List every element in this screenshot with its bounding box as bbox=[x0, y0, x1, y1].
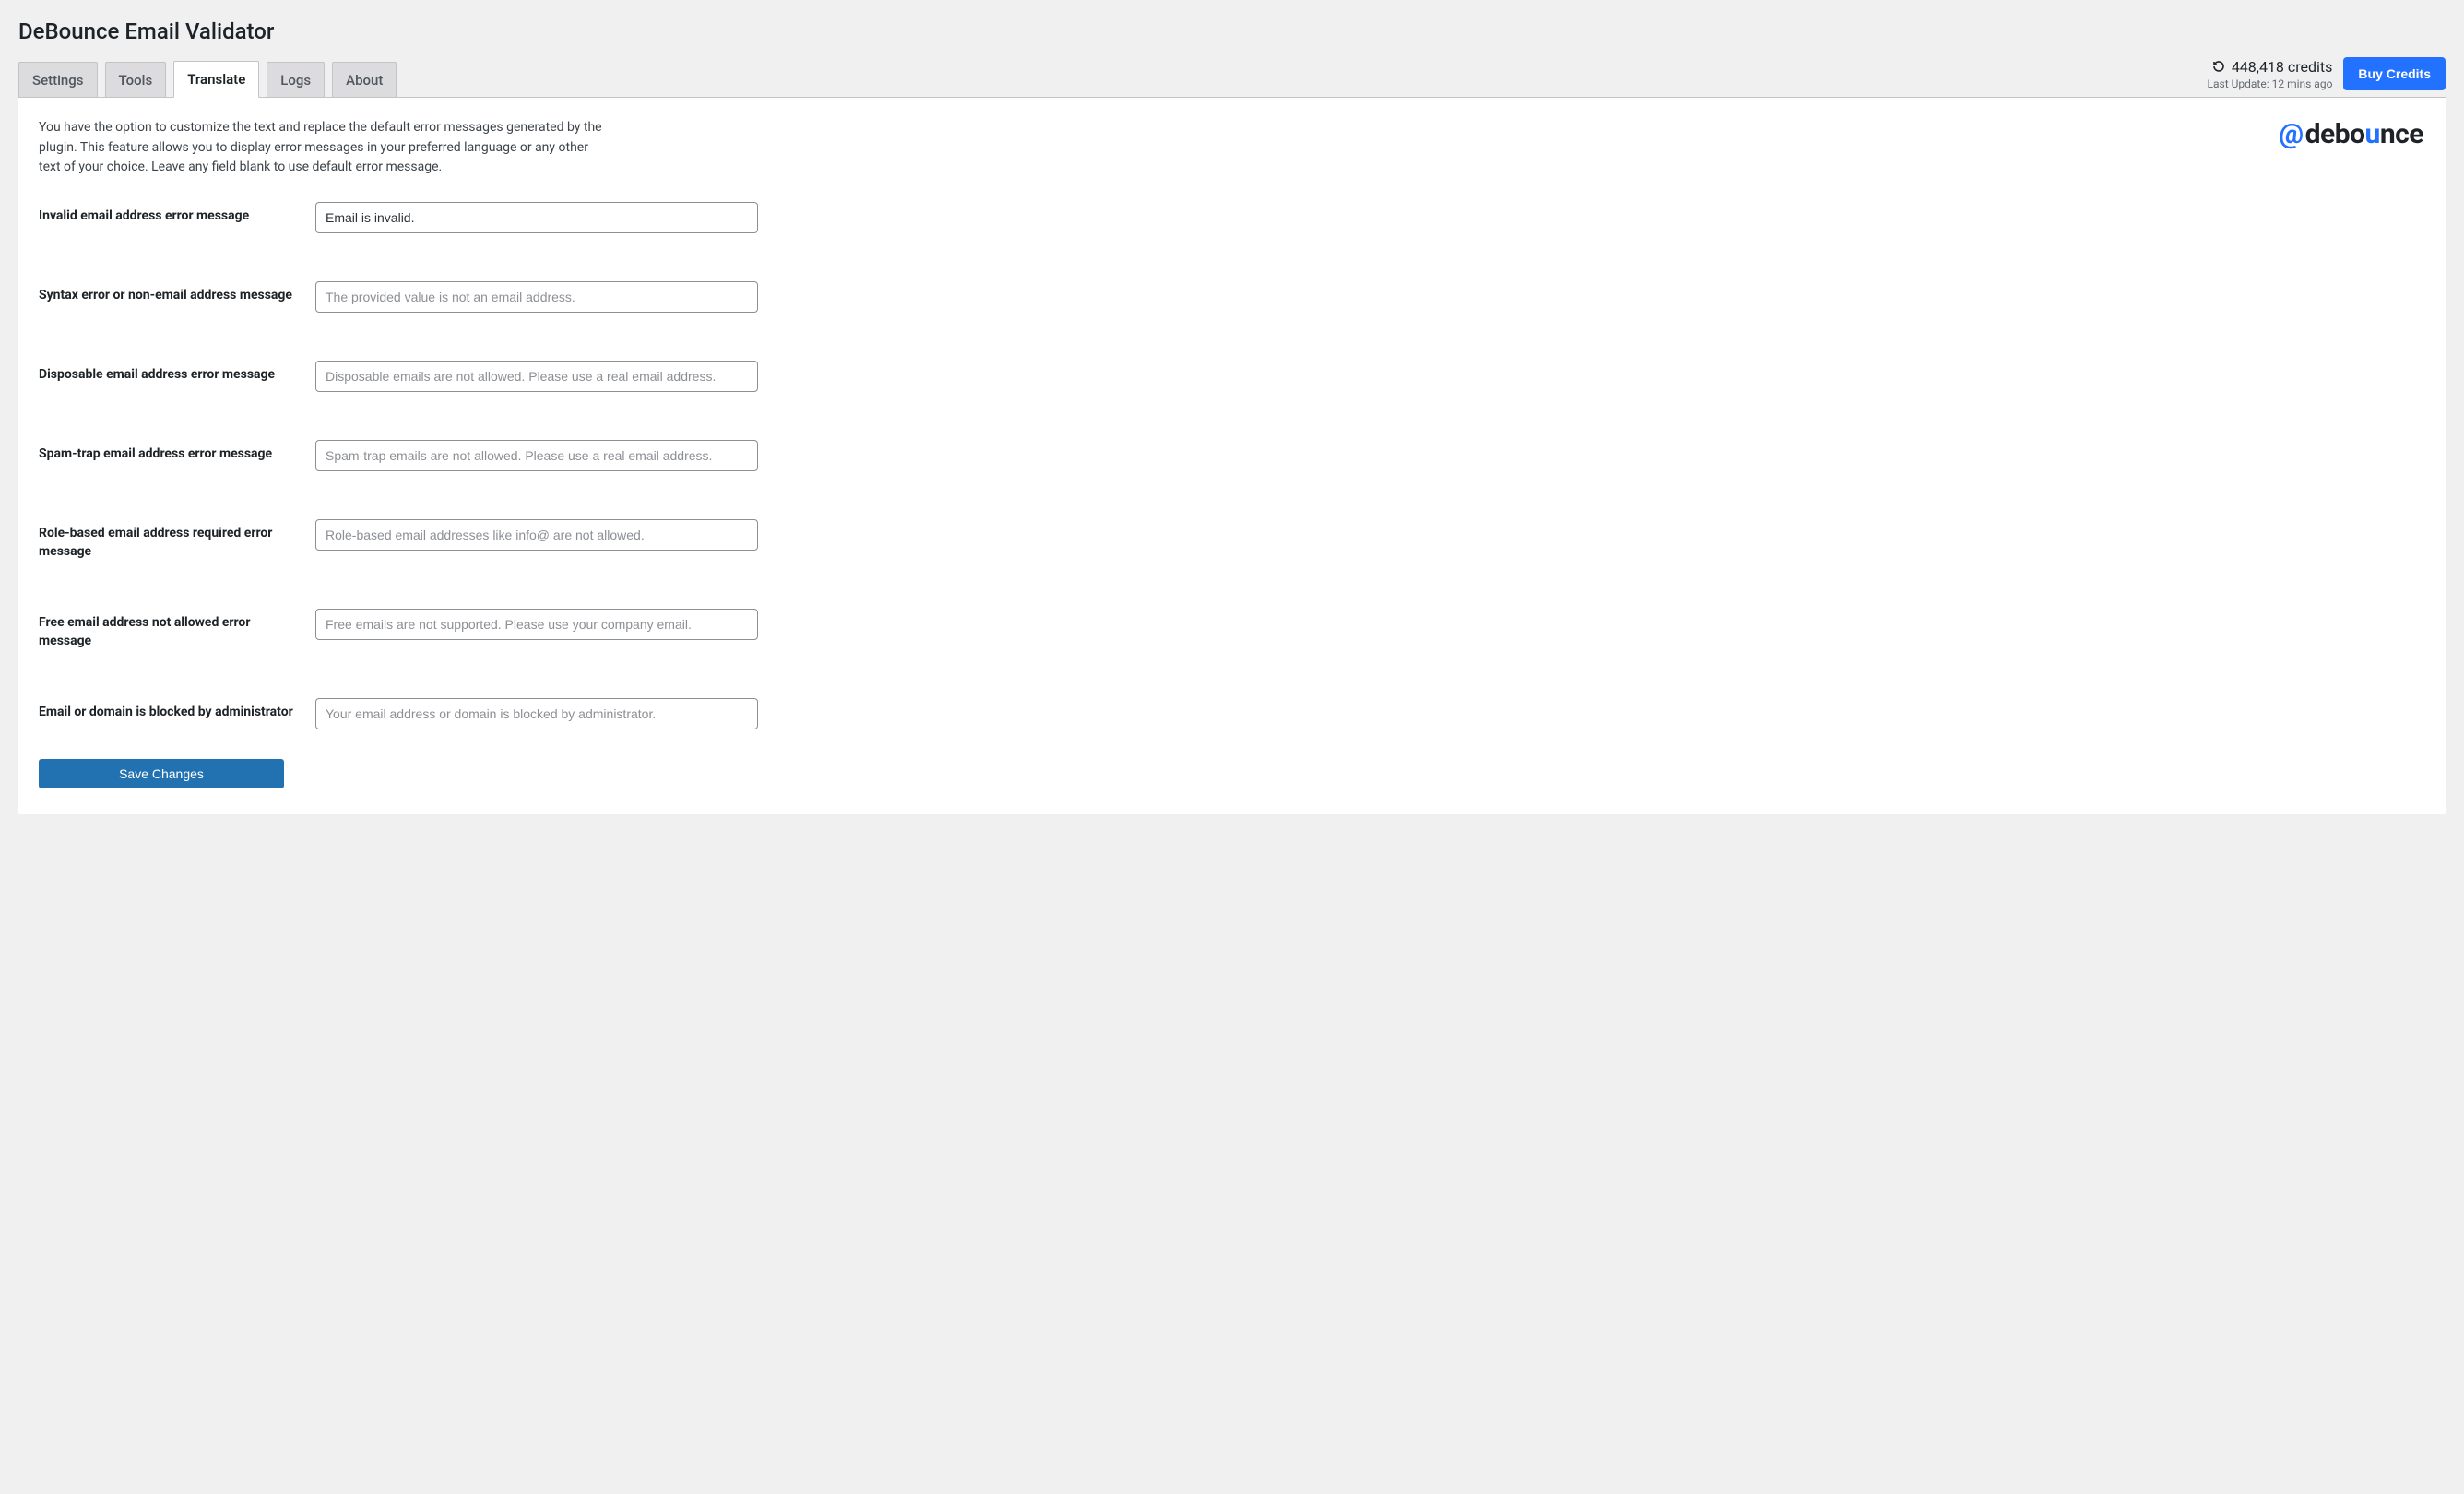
input-disposable[interactable] bbox=[315, 361, 758, 392]
input-syntax[interactable] bbox=[315, 281, 758, 313]
tab-translate[interactable]: Translate bbox=[173, 61, 259, 98]
label-syntax: Syntax error or non-email address messag… bbox=[39, 281, 315, 305]
input-free[interactable] bbox=[315, 609, 758, 640]
save-button[interactable]: Save Changes bbox=[39, 759, 284, 788]
debounce-logo: @ debounce bbox=[2279, 118, 2423, 150]
label-blocked: Email or domain is blocked by administra… bbox=[39, 698, 315, 722]
label-disposable: Disposable email address error message bbox=[39, 361, 315, 385]
tab-bar: Settings Tools Translate Logs About bbox=[18, 61, 397, 98]
label-free: Free email address not allowed error mes… bbox=[39, 609, 315, 650]
input-invalid[interactable] bbox=[315, 202, 758, 233]
input-spamtrap[interactable] bbox=[315, 440, 758, 471]
credits-last-update: Last Update: 12 mins ago bbox=[2208, 77, 2333, 90]
input-rolebased[interactable] bbox=[315, 519, 758, 551]
label-rolebased: Role-based email address required error … bbox=[39, 519, 315, 561]
tab-tools[interactable]: Tools bbox=[105, 62, 167, 98]
credits-amount: 448,418 credits bbox=[2232, 58, 2333, 76]
page-title: DeBounce Email Validator bbox=[18, 9, 2446, 57]
credits-area: 448,418 credits Last Update: 12 mins ago… bbox=[2208, 57, 2446, 98]
tab-about[interactable]: About bbox=[332, 62, 397, 98]
buy-credits-button[interactable]: Buy Credits bbox=[2343, 57, 2446, 90]
tab-logs[interactable]: Logs bbox=[267, 62, 325, 98]
input-blocked[interactable] bbox=[315, 698, 758, 729]
label-spamtrap: Spam-trap email address error message bbox=[39, 440, 315, 464]
label-invalid: Invalid email address error message bbox=[39, 202, 315, 226]
at-icon: @ bbox=[2279, 118, 2303, 150]
logo-text: debounce bbox=[2305, 118, 2423, 150]
panel: @ debounce You have the option to custom… bbox=[18, 97, 2446, 814]
intro-text: You have the option to customize the tex… bbox=[39, 118, 610, 178]
refresh-icon[interactable] bbox=[2211, 59, 2226, 74]
tab-settings[interactable]: Settings bbox=[18, 62, 98, 98]
